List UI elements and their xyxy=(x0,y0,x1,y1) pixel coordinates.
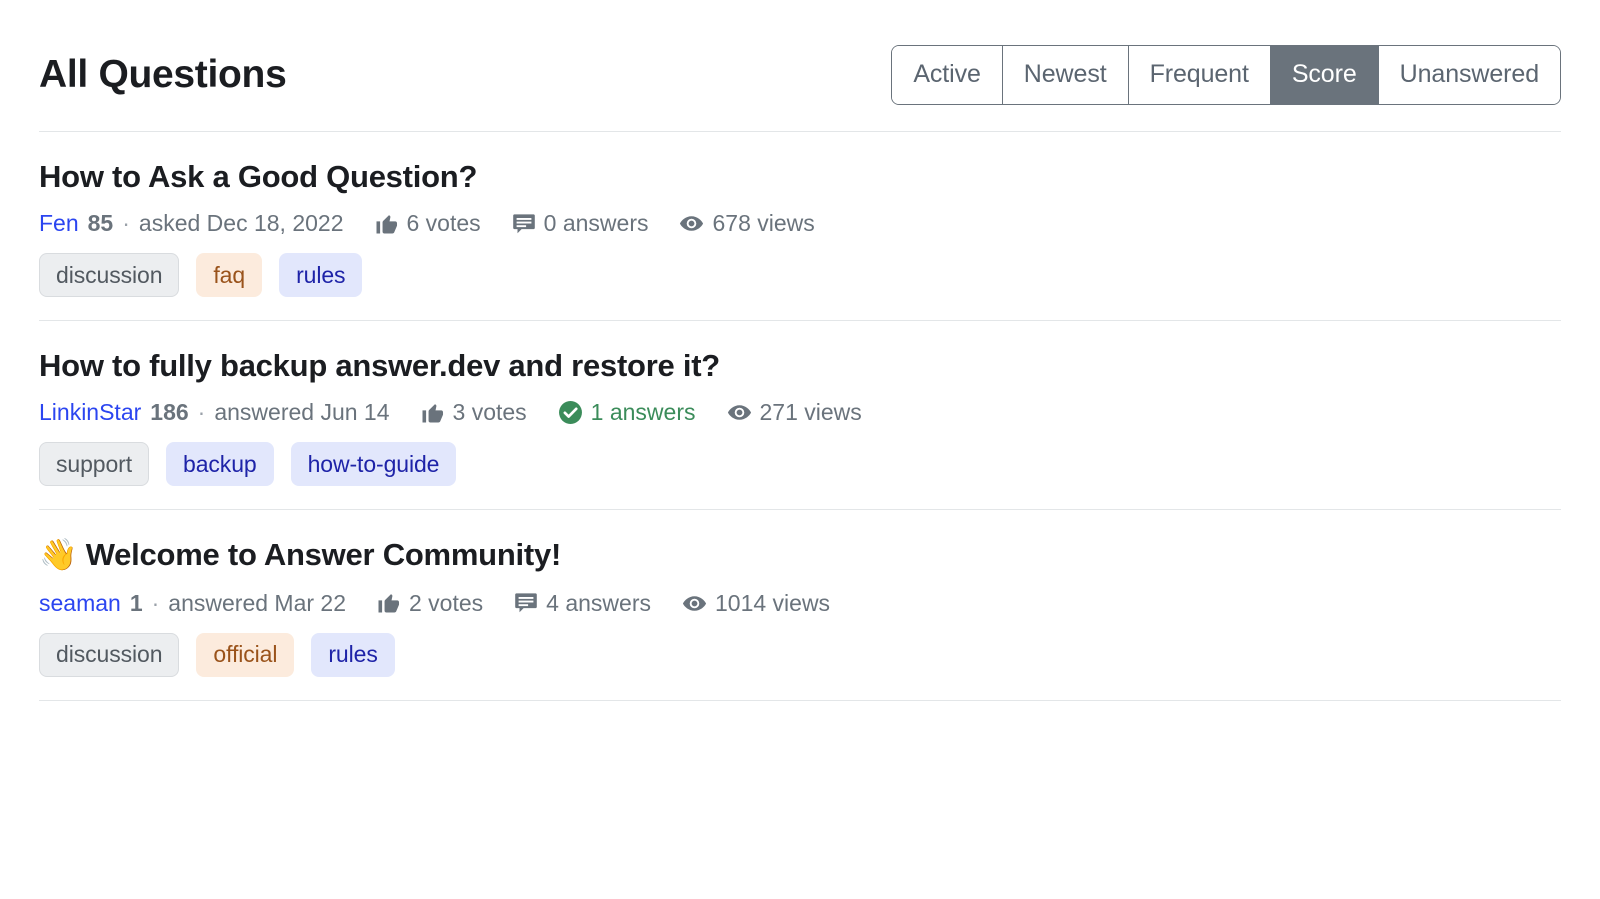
views-label: 1014 views xyxy=(714,589,831,616)
tag-how-to-guide[interactable]: how-to-guide xyxy=(290,442,457,487)
question-title-link[interactable]: 👋 Welcome to Answer Community! xyxy=(39,536,1561,574)
tag-faq[interactable]: faq xyxy=(196,253,263,298)
meta-separator: · xyxy=(122,210,130,237)
question-title-text: How to Ask a Good Question? xyxy=(39,159,478,194)
votes-stat: 3 votes xyxy=(421,401,527,425)
question-divider xyxy=(39,699,1561,701)
activity-timestamp: asked Dec 18, 2022 xyxy=(138,210,344,237)
answers-label: 4 answers xyxy=(546,589,651,616)
eye-icon xyxy=(727,400,752,425)
views-label: 271 views xyxy=(759,399,862,426)
speech-bubble-icon xyxy=(512,212,536,236)
views-stat: 678 views xyxy=(679,210,815,237)
question-meta-row: Fen 85 · asked Dec 18, 2022 6 votes 0 answers… xyxy=(39,211,1561,236)
answers-stat: 1 answers xyxy=(558,400,696,425)
author-reputation: 186 xyxy=(150,399,189,426)
thumbs-up-icon xyxy=(377,591,401,615)
question-title-link[interactable]: How to fully backup answer.dev and resto… xyxy=(39,347,1561,384)
question-item: How to Ask a Good Question? Fen 85 · asked D… xyxy=(39,132,1561,320)
tag-list: discussion official rules xyxy=(39,632,1561,677)
votes-stat: 6 votes xyxy=(375,212,481,236)
tag-support[interactable]: support xyxy=(39,442,150,487)
question-meta-row: seaman 1 · answered Mar 22 2 votes 4 answers 1… xyxy=(39,591,1561,616)
page-title: All Questions xyxy=(39,53,287,97)
author-link[interactable]: LinkinStar xyxy=(39,401,141,424)
tab-score[interactable]: Score xyxy=(1270,45,1379,104)
question-title-link[interactable]: How to Ask a Good Question? xyxy=(39,158,1561,195)
views-stat: 1014 views xyxy=(682,591,830,616)
question-list: How to Ask a Good Question? Fen 85 · asked D… xyxy=(39,132,1561,701)
tag-discussion[interactable]: discussion xyxy=(39,253,180,298)
tag-list: discussion faq rules xyxy=(39,253,1561,298)
question-item: 👋 Welcome to Answer Community! seaman 1 · an… xyxy=(39,510,1561,699)
tag-rules[interactable]: rules xyxy=(279,253,363,298)
thumbs-up-icon xyxy=(421,401,445,425)
sort-tab-group: Active Newest Frequent Score Unanswered xyxy=(891,44,1561,105)
votes-stat: 2 votes xyxy=(377,591,483,615)
author-link[interactable]: Fen xyxy=(39,212,79,235)
thumbs-up-icon xyxy=(375,212,399,236)
tab-frequent[interactable]: Frequent xyxy=(1128,45,1271,104)
eye-icon xyxy=(682,591,707,616)
tag-rules[interactable]: rules xyxy=(311,632,395,677)
answers-stat: 4 answers xyxy=(514,591,651,615)
tab-newest[interactable]: Newest xyxy=(1002,45,1129,104)
question-meta-row: LinkinStar 186 · answered Jun 14 3 votes 1 an… xyxy=(39,400,1561,425)
meta-separator: · xyxy=(197,399,206,426)
answers-stat: 0 answers xyxy=(512,210,649,237)
questions-page: All Questions Active Newest Frequent Score U… xyxy=(0,0,1600,899)
question-title-text: Welcome to Answer Community! xyxy=(85,537,562,573)
question-item: How to fully backup answer.dev and resto… xyxy=(39,321,1561,509)
check-circle-icon xyxy=(558,400,583,425)
author-reputation: 85 xyxy=(87,210,114,237)
page-header: All Questions Active Newest Frequent Score U… xyxy=(39,0,1561,131)
answers-label: 0 answers xyxy=(543,210,649,237)
author-link[interactable]: seaman xyxy=(39,591,121,615)
tag-discussion[interactable]: discussion xyxy=(39,632,180,677)
author-reputation: 1 xyxy=(129,589,143,616)
views-label: 678 views xyxy=(712,210,815,237)
speech-bubble-icon xyxy=(514,591,538,615)
tab-unanswered[interactable]: Unanswered xyxy=(1378,45,1560,104)
meta-separator: · xyxy=(151,589,160,616)
views-stat: 271 views xyxy=(727,400,862,425)
tab-active[interactable]: Active xyxy=(892,45,1003,104)
activity-timestamp: answered Jun 14 xyxy=(214,399,390,426)
activity-timestamp: answered Mar 22 xyxy=(168,589,346,616)
votes-label: 2 votes xyxy=(409,589,484,616)
votes-label: 6 votes xyxy=(406,210,481,237)
waving-hand-emoji: 👋 xyxy=(39,537,78,574)
tag-backup[interactable]: backup xyxy=(166,442,274,487)
tag-official[interactable]: official xyxy=(196,632,295,677)
question-title-text: How to fully backup answer.dev and resto… xyxy=(39,348,720,384)
eye-icon xyxy=(679,211,704,236)
answers-label: 1 answers xyxy=(590,399,696,426)
votes-label: 3 votes xyxy=(452,399,527,426)
tag-list: support backup how-to-guide xyxy=(39,442,1561,487)
